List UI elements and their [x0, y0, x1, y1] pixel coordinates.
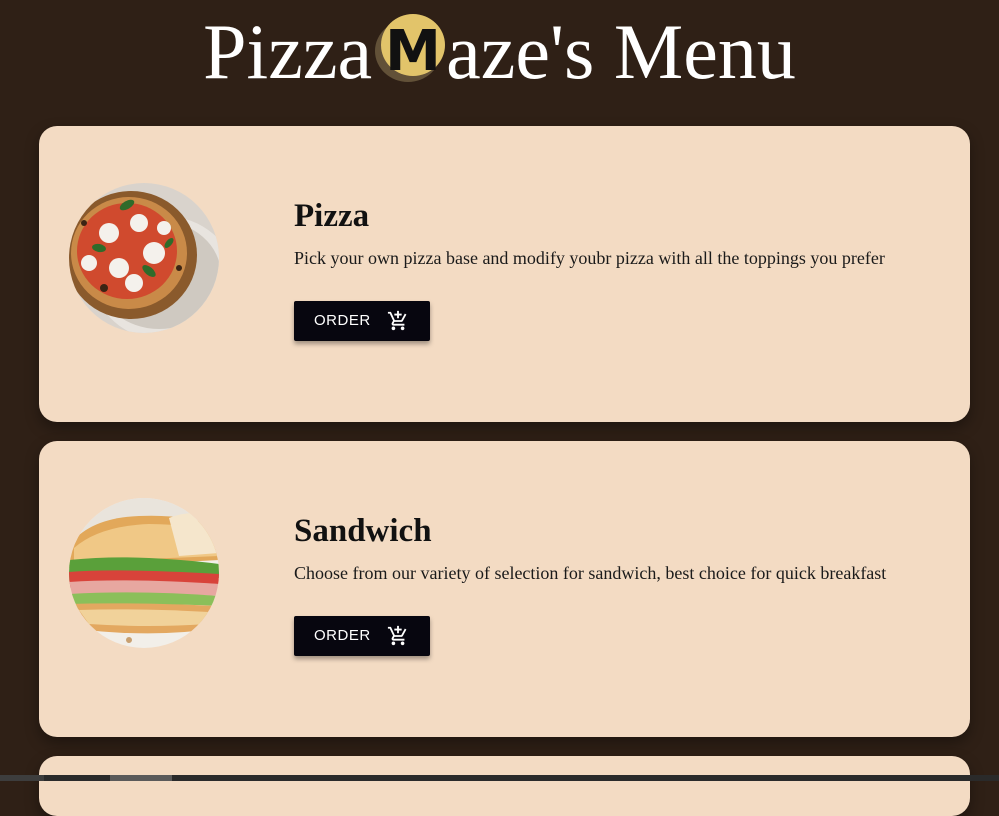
- order-button-pizza[interactable]: ORDER: [294, 301, 430, 341]
- sandwich-photo: [69, 498, 219, 648]
- menu-card-pizza: Pizza Pick your own pizza base and modif…: [39, 126, 970, 422]
- scrollbar-thumb[interactable]: [110, 775, 172, 781]
- card-description-pizza: Pick your own pizza base and modify youb…: [294, 248, 885, 268]
- card-title-pizza: Pizza: [294, 198, 370, 234]
- add-shopping-cart-icon: [387, 625, 409, 647]
- logo-letter: M: [385, 19, 441, 84]
- order-button-sandwich[interactable]: ORDER: [294, 616, 430, 656]
- scrollbar-track-start: [0, 775, 44, 781]
- add-shopping-cart-icon: [387, 310, 409, 332]
- page-title: Pizza M aze's Menu: [0, 4, 999, 100]
- horizontal-scrollbar[interactable]: [0, 775, 999, 781]
- menu-card-sandwich: Sandwich Choose from our variety of sele…: [39, 441, 970, 737]
- title-prefix: Pizza: [203, 8, 373, 95]
- pizza-photo: [69, 183, 219, 333]
- card-description-sandwich: Choose from our variety of selection for…: [294, 563, 887, 583]
- page-header: Pizza M aze's Menu: [0, 0, 999, 110]
- order-button-label: ORDER: [314, 627, 371, 644]
- order-button-label: ORDER: [314, 312, 371, 329]
- title-suffix: aze's Menu: [446, 8, 796, 95]
- maze-m-logo-icon: M: [374, 12, 448, 84]
- menu-card-partial: [39, 756, 970, 816]
- card-title-sandwich: Sandwich: [294, 513, 432, 549]
